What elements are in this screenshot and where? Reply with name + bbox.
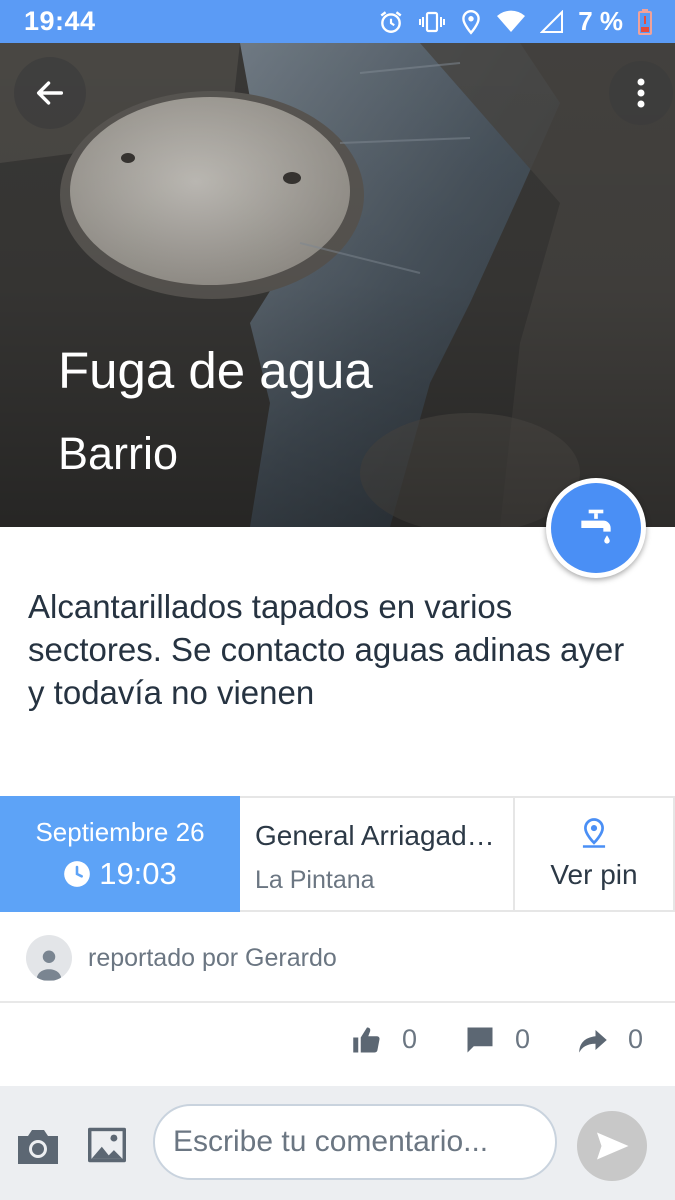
water-faucet-icon	[581, 509, 611, 544]
vibrate-icon	[418, 9, 446, 35]
report-date: Septiembre 26	[35, 816, 205, 847]
comment-input[interactable]	[153, 1104, 557, 1180]
category-badge-inner	[551, 483, 641, 573]
battery-percent: 7 %	[578, 6, 623, 36]
report-title: Fuga de agua	[58, 342, 373, 399]
comment-bar	[0, 1086, 675, 1200]
reporter: reportado por Gerardo	[26, 935, 337, 981]
share-arrow-icon	[579, 1029, 607, 1052]
comment-count-button[interactable]: 0	[465, 1024, 530, 1055]
avatar	[26, 935, 72, 981]
clock-icon	[64, 860, 91, 887]
more-vert-icon	[637, 78, 645, 108]
share-count: 0	[628, 1024, 644, 1054]
hero-image: Fuga de agua Barrio	[0, 43, 675, 527]
divider	[0, 1001, 675, 1003]
arrow-back-icon	[36, 81, 64, 105]
view-pin-button[interactable]: Ver pin	[513, 796, 675, 912]
image-icon	[88, 1127, 126, 1163]
camera-button[interactable]	[14, 1126, 62, 1171]
signal-icon	[540, 9, 564, 34]
send-icon	[597, 1132, 629, 1160]
more-options-button[interactable]	[609, 61, 673, 125]
report-time: 19:03	[99, 855, 177, 891]
back-button[interactable]	[14, 57, 86, 129]
share-button[interactable]: 0	[578, 1024, 643, 1055]
alarm-icon	[378, 9, 404, 35]
status-time: 19:44	[24, 6, 96, 36]
send-button[interactable]	[577, 1111, 647, 1181]
comment-icon	[467, 1027, 493, 1052]
like-button[interactable]: 0	[352, 1024, 417, 1055]
report-subtitle: Barrio	[58, 428, 179, 479]
street-address: General Arriagad…	[255, 820, 495, 851]
report-time-line: 19:03	[63, 856, 177, 892]
gallery-button[interactable]	[86, 1126, 128, 1169]
person-icon	[36, 950, 62, 981]
report-description: Alcantarillados tapados en varios sector…	[28, 588, 625, 711]
camera-icon	[18, 1130, 58, 1164]
status-bar: 19:44 7 %	[0, 0, 675, 43]
reporter-name: reportado por Gerardo	[88, 943, 337, 972]
comment-count: 0	[515, 1024, 531, 1054]
status-icons: 7 %	[378, 6, 653, 37]
thumbs-up-icon	[353, 1027, 380, 1052]
location-icon	[460, 9, 482, 35]
like-count: 0	[402, 1024, 418, 1054]
address-box[interactable]: General Arriagad… La Pintana	[240, 796, 513, 912]
info-row: Septiembre 26 19:03 General Arriagad… La…	[0, 796, 675, 912]
date-box: Septiembre 26 19:03	[0, 796, 240, 912]
commune: La Pintana	[255, 866, 375, 894]
battery-low-icon	[637, 8, 653, 36]
view-pin-label: Ver pin	[550, 859, 638, 890]
category-badge[interactable]	[546, 478, 646, 578]
map-pin-icon	[582, 818, 606, 848]
wifi-icon	[496, 10, 526, 34]
